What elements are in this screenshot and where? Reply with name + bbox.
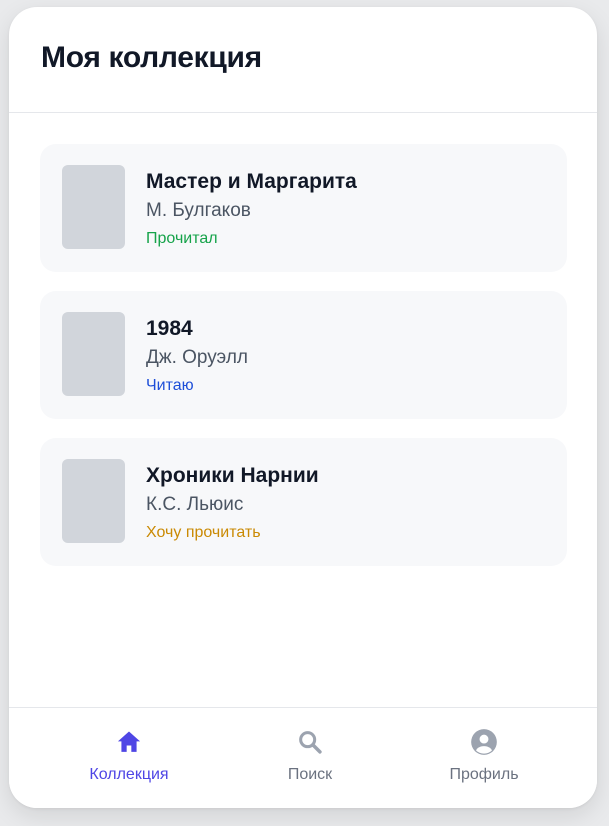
page-title: Моя коллекция (41, 41, 262, 74)
book-cover-image (62, 459, 125, 543)
nav-item-collection[interactable]: Коллекция (59, 728, 199, 784)
header: Моя коллекция (9, 7, 597, 113)
bottom-nav: Коллекция Поиск Профиль (9, 707, 597, 808)
book-author: М. Булгаков (146, 200, 251, 221)
app-screen: Моя коллекция Мастер и Маргарита М. Булг… (9, 7, 597, 808)
user-circle-icon (471, 729, 497, 755)
book-status: Прочитал (146, 230, 218, 247)
book-author: К.С. Льюис (146, 494, 244, 515)
search-icon (299, 731, 322, 754)
nav-label: Коллекция (89, 766, 169, 783)
book-cover-image (62, 165, 125, 249)
book-status: Читаю (146, 377, 194, 394)
book-card[interactable]: Мастер и Маргарита М. Булгаков Прочитал (40, 144, 567, 272)
home-icon (117, 731, 141, 752)
nav-item-search[interactable]: Поиск (240, 728, 380, 784)
book-title: 1984 (146, 317, 193, 340)
nav-item-profile[interactable]: Профиль (414, 728, 554, 784)
book-status: Хочу прочитать (146, 524, 261, 541)
book-title: Хроники Нарнии (146, 464, 319, 487)
book-cover-image (62, 312, 125, 396)
book-card[interactable]: 1984 Дж. Оруэлл Читаю (40, 291, 567, 419)
nav-label: Профиль (449, 766, 519, 783)
nav-label: Поиск (287, 766, 333, 783)
book-card[interactable]: Хроники Нарнии К.С. Льюис Хочу прочитать (40, 438, 567, 566)
book-author: Дж. Оруэлл (146, 347, 249, 368)
book-list: Мастер и Маргарита М. Булгаков Прочитал … (40, 144, 567, 585)
book-title: Мастер и Маргарита (146, 170, 357, 193)
